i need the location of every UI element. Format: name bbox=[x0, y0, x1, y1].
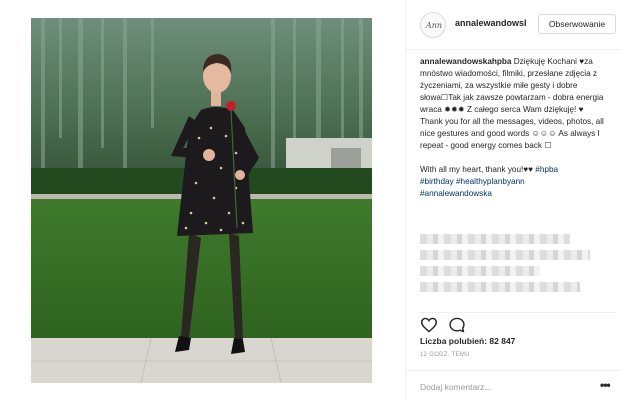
blurred-line bbox=[420, 234, 570, 244]
hashtag-link[interactable]: #birthday bbox=[420, 177, 454, 186]
caption-text-en: Thank you for all the messages, videos, … bbox=[420, 117, 604, 150]
blurred-line bbox=[420, 282, 580, 292]
blurred-line bbox=[420, 266, 540, 276]
post-actions bbox=[420, 312, 616, 333]
following-button[interactable]: Obserwowanie bbox=[538, 14, 616, 34]
hashtag-link[interactable]: #annalewandowska bbox=[420, 189, 492, 198]
likes-count[interactable]: Liczba polubień: 82 847 bbox=[420, 336, 515, 346]
comment-icon[interactable] bbox=[448, 317, 466, 333]
caption-author-link[interactable]: annalewandowskahpba bbox=[420, 57, 511, 66]
hashtag-link[interactable]: #hpba bbox=[535, 165, 558, 174]
username-link[interactable]: annalewandowsl bbox=[455, 18, 527, 28]
comment-bar: ••• bbox=[406, 370, 620, 400]
instagram-post: Ann annalewandowsl Obserwowanie annalewa… bbox=[0, 0, 620, 400]
more-options-button[interactable]: ••• bbox=[600, 379, 611, 391]
blurred-line bbox=[420, 250, 590, 260]
blurred-comments bbox=[420, 234, 616, 296]
avatar-signature: Ann bbox=[426, 21, 443, 30]
heart-icon[interactable] bbox=[420, 317, 438, 333]
post-header: Ann annalewandowsl Obserwowanie bbox=[406, 0, 620, 50]
avatar[interactable]: Ann bbox=[420, 12, 446, 38]
hashtag-link[interactable]: #healthyplanbyann bbox=[456, 177, 525, 186]
post-photo[interactable] bbox=[31, 18, 372, 383]
post-side-panel: Ann annalewandowsl Obserwowanie annalewa… bbox=[405, 0, 620, 400]
comment-input[interactable] bbox=[420, 380, 590, 394]
caption-closing: With all my heart, thank you!♥♥ bbox=[420, 165, 536, 174]
post-timestamp: 12 GODZ. TEMU bbox=[420, 352, 470, 358]
photo-illustration bbox=[31, 18, 372, 383]
post-caption: annalewandowskahpba Dziękuję Kochani ♥za… bbox=[420, 56, 616, 200]
